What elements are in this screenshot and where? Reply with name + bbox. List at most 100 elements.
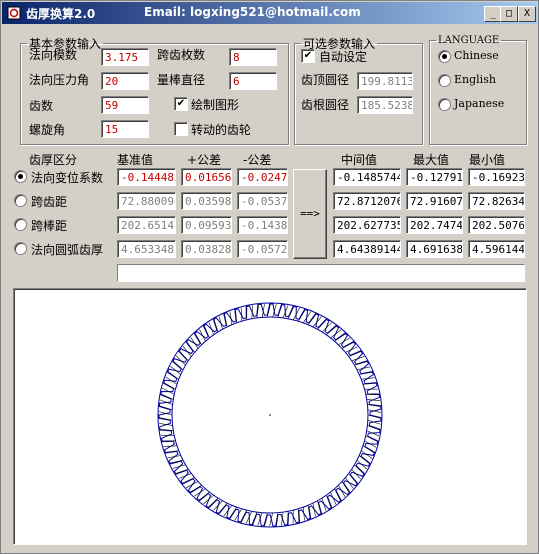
status-field[interactable]: [117, 264, 525, 282]
row-span-plus[interactable]: 0.035980: [181, 192, 232, 210]
gear-profile-line: [317, 500, 322, 514]
span-teeth-input[interactable]: 8: [229, 48, 277, 66]
row-span-mid[interactable]: 72.8712076: [333, 192, 401, 210]
gear-profile-line: [179, 350, 189, 362]
tip-diameter-input[interactable]: 199.8113: [357, 72, 413, 90]
gear-profile-line: [186, 341, 195, 353]
gear-profile-line: [213, 319, 219, 333]
gear-profile-line: [172, 464, 186, 469]
gear-profile-line: [348, 351, 362, 357]
row-arc-thickness-radio[interactable]: [14, 242, 27, 255]
row-arc-thickness-minus[interactable]: -0.05720: [237, 240, 288, 258]
convert-button-label: ==>: [300, 207, 320, 220]
gear-profile-line: [263, 512, 268, 526]
header-plus-tolerance: +公差: [187, 153, 222, 167]
gear-profile-line: [240, 307, 243, 322]
row-pin-plus[interactable]: 0.095937: [181, 216, 232, 234]
gear-profile-line: [307, 313, 317, 325]
gear-profile-line: [163, 382, 176, 390]
auto-set-checkbox[interactable]: ✔: [301, 49, 315, 63]
gear-profile-line: [172, 360, 184, 371]
normal-module-label: 法向模数: [29, 48, 78, 62]
teeth-count-label: 齿数: [29, 99, 54, 113]
rotating-gear-checkbox[interactable]: [174, 122, 188, 136]
gear-profile-line: [190, 337, 199, 349]
row-arc-thickness-mid[interactable]: 4.64389144: [333, 240, 401, 258]
convert-button[interactable]: ==>: [293, 169, 327, 259]
gear-profile-line: [175, 468, 189, 474]
close-icon: X: [523, 8, 531, 19]
root-diameter-input[interactable]: 185.5238: [357, 96, 413, 114]
title-bar[interactable]: 齿厚换算2.0 Email: logxing521@hotmail.com _ …: [2, 2, 537, 24]
language-legend: LANGUAGE: [438, 35, 500, 46]
gear-profile-line: [277, 304, 283, 318]
teeth-count-input[interactable]: 59: [101, 96, 149, 114]
root-diameter-label: 齿根圆径: [301, 98, 350, 112]
gear-drawing: [157, 302, 383, 528]
row-pin-max[interactable]: 202.74740: [406, 216, 463, 234]
gear-profile-line: [251, 512, 258, 525]
row-span-max[interactable]: 72.916074: [406, 192, 463, 210]
gear-profile-line: [159, 405, 173, 411]
row-pin-base[interactable]: 202.65147: [117, 216, 176, 234]
gear-profile-line: [240, 510, 248, 523]
row-span-radio[interactable]: [14, 194, 27, 207]
pressure-angle-input[interactable]: 20: [101, 72, 149, 90]
gear-profile-line: [341, 341, 354, 349]
normal-module-input[interactable]: 3.175: [101, 48, 149, 66]
gear-profile-line: [345, 346, 358, 353]
row-arc-thickness-max[interactable]: 4.6916380: [406, 240, 463, 258]
lang-chinese-label: Chinese: [454, 49, 499, 62]
gear-profile-line: [194, 488, 206, 497]
gear-drawing-canvas: [13, 288, 527, 545]
helix-angle-label: 螺旋角: [29, 123, 66, 137]
row-arc-thickness-base[interactable]: 4.6533482: [117, 240, 176, 258]
row-span-minus[interactable]: -0.05375: [237, 192, 288, 210]
row-arc-thickness-min[interactable]: 4.5961448: [468, 240, 525, 258]
header-category: 齿厚区分: [29, 153, 78, 167]
close-button[interactable]: X: [518, 6, 536, 22]
maximize-icon: □: [505, 8, 513, 19]
row-span-min[interactable]: 72.826340: [468, 192, 525, 210]
row-pin-radio[interactable]: [14, 218, 27, 231]
helix-angle-input[interactable]: 15: [101, 120, 149, 138]
gear-profile-line: [356, 366, 371, 371]
pin-diameter-input[interactable]: 6: [229, 72, 277, 90]
gear-profile-line: [365, 435, 378, 442]
gear-profile-line: [338, 337, 350, 346]
header-max-value: 最大值: [413, 153, 450, 167]
gear-profile-line: [199, 329, 206, 342]
gear-profile-line: [326, 325, 337, 336]
lang-chinese-radio[interactable]: [438, 50, 451, 63]
row-pin-min[interactable]: 202.50764: [468, 216, 525, 234]
gear-profile-line: [298, 309, 306, 322]
row-normal-shift-max[interactable]: -0.127915: [406, 168, 463, 186]
gear-profile-line: [287, 306, 295, 319]
gear-profile-line: [359, 455, 370, 465]
main-window: 齿厚换算2.0 Email: logxing521@hotmail.com _ …: [0, 0, 539, 554]
app-icon: [7, 6, 21, 20]
row-normal-shift-plus[interactable]: 0.016560: [181, 168, 232, 186]
lang-english-radio[interactable]: [438, 74, 451, 87]
lang-japanese-radio[interactable]: [438, 98, 451, 111]
span-teeth-label: 跨齿枚数: [157, 48, 206, 62]
row-pin-minus[interactable]: -0.14383: [237, 216, 288, 234]
row-normal-shift-mid[interactable]: -0.1485744: [333, 168, 401, 186]
gear-profile-line: [354, 464, 365, 475]
row-normal-shift-min[interactable]: -0.169233: [468, 168, 525, 186]
gear-profile-line: [326, 495, 332, 508]
row-arc-thickness-plus[interactable]: 0.038289: [181, 240, 232, 258]
row-arc-thickness-label: 法向圆弧齿厚: [31, 243, 104, 257]
row-normal-shift-base[interactable]: -0.144482: [117, 168, 176, 186]
gear-profile-line: [160, 393, 174, 400]
row-normal-shift-minus[interactable]: -0.02479: [237, 168, 288, 186]
header-base-value: 基准值: [117, 153, 154, 167]
maximize-button[interactable]: □: [500, 6, 518, 22]
draw-graph-checkbox[interactable]: ✔: [174, 97, 188, 111]
gear-profile-line: [203, 325, 210, 339]
gear-profile-line: [167, 371, 179, 380]
row-normal-shift-radio[interactable]: [14, 170, 27, 183]
row-pin-mid[interactable]: 202.627735: [333, 216, 401, 234]
row-normal-shift-label: 法向变位系数: [31, 171, 104, 185]
row-span-base[interactable]: 72.880094: [117, 192, 176, 210]
